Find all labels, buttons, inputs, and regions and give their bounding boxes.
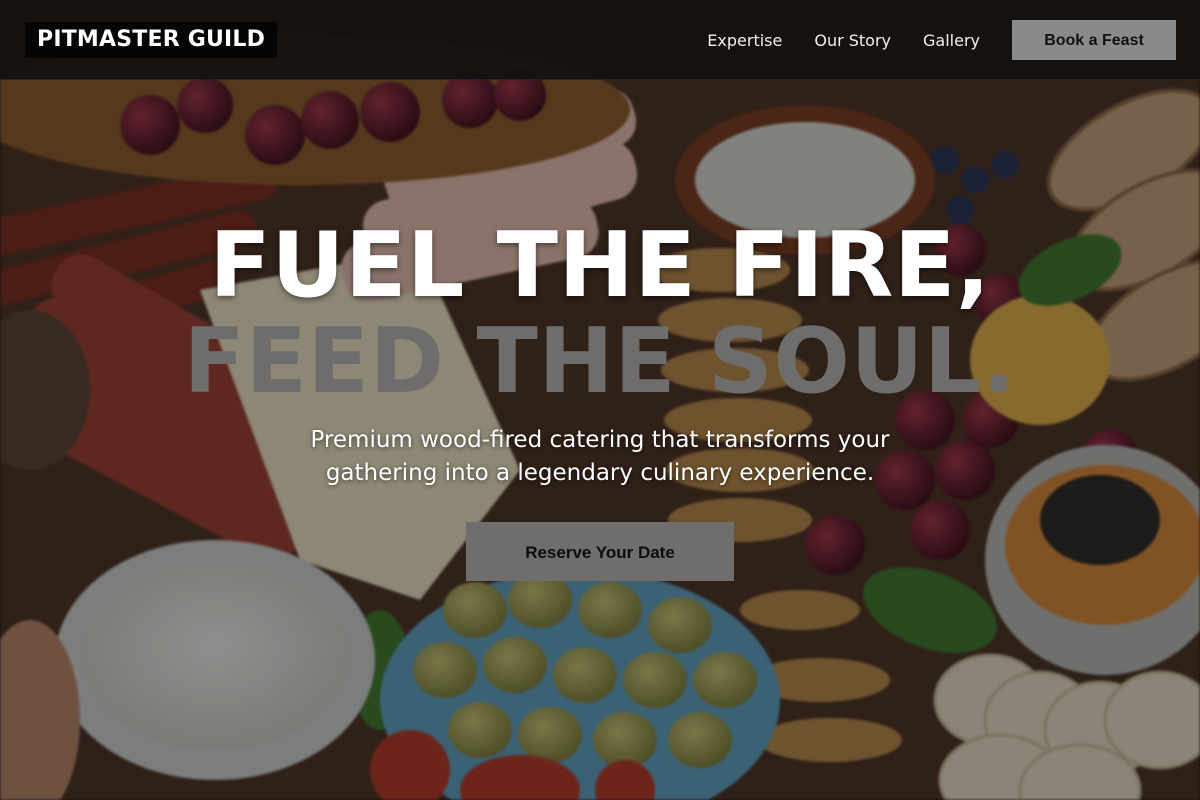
brand-logo[interactable]: PITMASTER GUILD xyxy=(25,22,278,58)
hero-headline-line-2: FEED THE SOUL. xyxy=(183,309,1017,414)
hero-section: PITMASTER GUILD Expertise Our Story Gall… xyxy=(0,0,1200,800)
nav-link-expertise[interactable]: Expertise xyxy=(707,31,782,50)
top-navbar: PITMASTER GUILD Expertise Our Story Gall… xyxy=(0,0,1200,80)
nav-link-our-story[interactable]: Our Story xyxy=(814,31,891,50)
reserve-your-date-button[interactable]: Reserve Your Date xyxy=(466,522,734,581)
hero-headline: FUEL THE FIRE, FEED THE SOUL. xyxy=(0,218,1200,410)
hero-headline-line-1: FUEL THE FIRE, xyxy=(209,213,991,318)
hero-subtext: Premium wood-fired catering that transfo… xyxy=(310,427,890,486)
book-a-feast-button[interactable]: Book a Feast xyxy=(1012,20,1176,60)
nav-link-gallery[interactable]: Gallery xyxy=(923,31,980,50)
nav-links: Expertise Our Story Gallery xyxy=(707,0,980,80)
